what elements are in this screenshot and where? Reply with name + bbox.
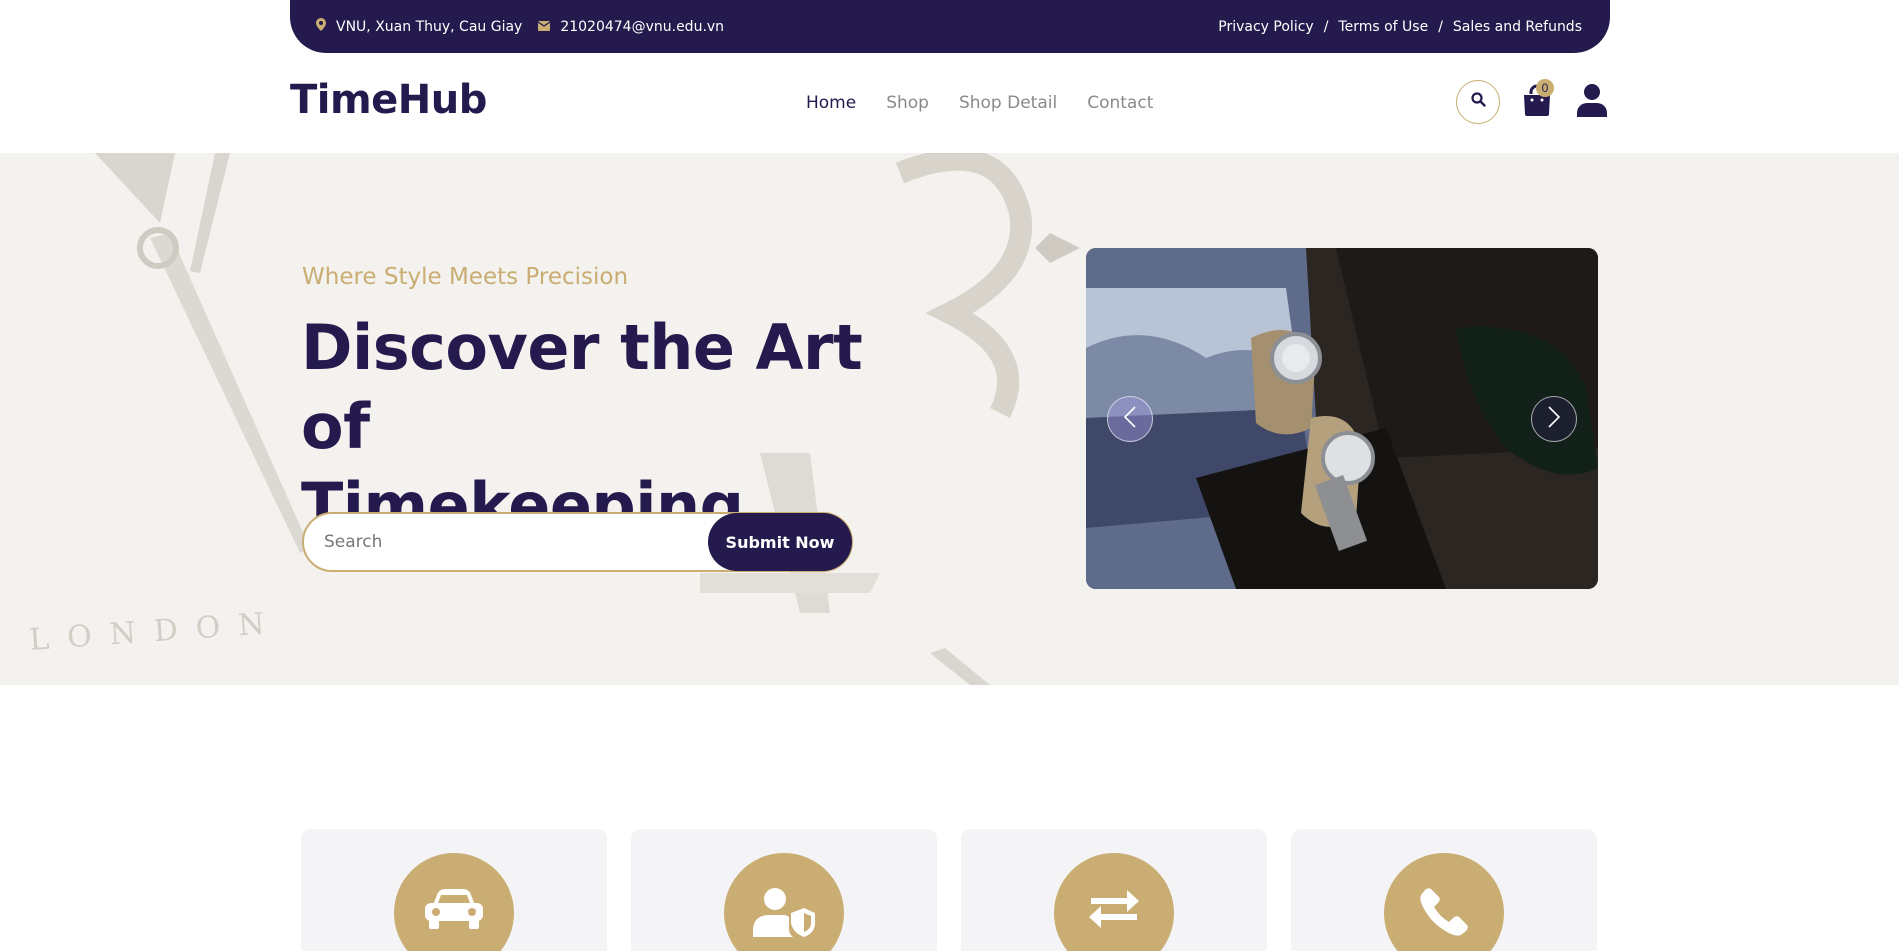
hero-carousel	[1086, 248, 1598, 589]
nav-item-shop[interactable]: Shop	[886, 93, 929, 113]
carousel-prev-button[interactable]	[1107, 396, 1153, 442]
nav-actions: 0	[1456, 79, 1610, 124]
cart-count-badge: 0	[1536, 79, 1554, 97]
feature-icon-circle	[724, 853, 844, 951]
user-account-button[interactable]	[1574, 80, 1610, 124]
clock-background-image: LONDON	[0, 153, 1899, 685]
location-info: VNU, Xuan Thuy, Cau Giay	[316, 18, 522, 35]
search-icon	[1470, 92, 1486, 112]
privacy-policy-link[interactable]: Privacy Policy	[1218, 19, 1313, 35]
search-button[interactable]	[1456, 80, 1500, 124]
hero-tagline: Where Style Meets Precision	[302, 264, 629, 290]
exchange-arrows-icon	[1087, 887, 1141, 936]
page: VNU, Xuan Thuy, Cau Giay 21020474@vnu.ed…	[0, 0, 1899, 951]
contact-info: VNU, Xuan Thuy, Cau Giay 21020474@vnu.ed…	[316, 0, 724, 53]
watch-photo	[1086, 248, 1598, 589]
features-section	[301, 829, 1598, 951]
feature-card-security	[631, 829, 937, 951]
user-shield-icon	[753, 887, 815, 942]
email-info: 21020474@vnu.edu.vn	[537, 19, 724, 35]
chevron-right-icon	[1547, 405, 1561, 434]
cart-button[interactable]: 0	[1516, 79, 1558, 124]
chevron-left-icon	[1123, 405, 1137, 434]
nav-menu: Home Shop Shop Detail Contact	[806, 93, 1153, 113]
hero-section: LONDON Where Style Meets Precision Disco…	[0, 153, 1899, 685]
feature-card-shipping	[301, 829, 607, 951]
nav-item-home[interactable]: Home	[806, 93, 856, 113]
nav-item-shop-detail[interactable]: Shop Detail	[959, 93, 1057, 113]
sales-refunds-link[interactable]: Sales and Refunds	[1453, 19, 1582, 35]
hero-search-form: Submit Now	[302, 512, 853, 572]
policy-links: Privacy Policy / Terms of Use / Sales an…	[1218, 0, 1582, 53]
hero-headline-line-1: Discover the Art of	[301, 311, 863, 463]
feature-icon-circle	[394, 853, 514, 951]
terms-of-use-link[interactable]: Terms of Use	[1338, 19, 1428, 35]
feature-card-support	[1291, 829, 1597, 951]
link-separator: /	[1438, 18, 1443, 35]
nav-item-contact[interactable]: Contact	[1087, 93, 1153, 113]
map-marker-icon	[316, 18, 326, 35]
user-icon	[1577, 83, 1607, 122]
feature-icon-circle	[1384, 853, 1504, 951]
hero-search-input[interactable]	[324, 514, 684, 570]
top-bar: VNU, Xuan Thuy, Cau Giay 21020474@vnu.ed…	[290, 0, 1610, 53]
envelope-icon	[537, 19, 551, 35]
feature-icon-circle	[1054, 853, 1174, 951]
carousel-next-button[interactable]	[1531, 396, 1577, 442]
feature-card-returns	[961, 829, 1267, 951]
submit-now-button[interactable]: Submit Now	[708, 513, 852, 571]
hero-headline: Discover the Art of Timekeeping	[301, 308, 941, 545]
phone-icon	[1419, 887, 1469, 942]
site-logo[interactable]: TimeHub	[290, 77, 487, 123]
main-nav: TimeHub Home Shop Shop Detail Contact 0	[290, 53, 1610, 153]
link-separator: /	[1323, 18, 1329, 35]
email-link[interactable]: 21020474@vnu.edu.vn	[560, 19, 724, 35]
car-icon	[423, 887, 485, 936]
location-text: VNU, Xuan Thuy, Cau Giay	[336, 18, 523, 35]
